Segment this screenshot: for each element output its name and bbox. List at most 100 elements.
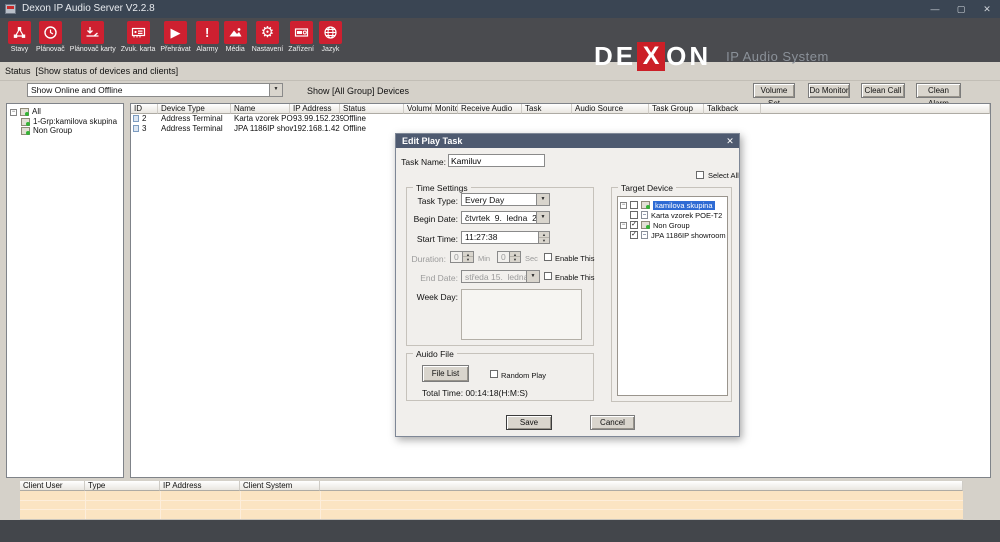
duration-sec-value: 0 [501, 252, 509, 263]
file-list-button[interactable]: File List [422, 365, 469, 382]
spin-down-icon[interactable]: ▼ [510, 256, 520, 262]
terminal-icon [133, 125, 139, 132]
checked-checkbox[interactable]: ✓ [630, 231, 638, 239]
tree-expander-icon[interactable]: − [620, 222, 627, 229]
random-play-checkbox[interactable] [490, 370, 498, 378]
volume-set-button[interactable]: Volume Set [753, 83, 795, 98]
tree-item-label: All [32, 107, 41, 117]
begin-date-dropdown[interactable]: čtvrtek 9. ledna 20 ▼ [461, 211, 550, 224]
sidebar-tree-item[interactable]: − All [10, 107, 41, 117]
column-header[interactable]: Talkback [704, 104, 761, 114]
minimize-icon[interactable]: — [922, 0, 948, 18]
device-row[interactable]: 2Address TerminalKarta vzorek POE-T293.9… [131, 114, 990, 124]
start-time-spinner[interactable]: 11:27:38 ▲▼ [461, 231, 550, 244]
duration-min-unit: Min [478, 254, 490, 263]
column-header[interactable]: IP Address [290, 104, 340, 114]
chevron-down-icon[interactable]: ▼ [269, 84, 282, 96]
target-item-label: Karta vzorek POE-T2 [651, 211, 722, 220]
target-tree-item[interactable]: ✓JPA 1186IP showroom [630, 230, 726, 240]
end-date-dropdown[interactable]: středa 15. ledna 20 ▼ [461, 270, 540, 283]
column-header[interactable]: Status [340, 104, 404, 114]
show-filter-dropdown[interactable]: Show Online and Offline ▼ [27, 83, 283, 97]
column-header[interactable]: Task [522, 104, 572, 114]
tree-expander-icon[interactable]: − [10, 109, 17, 116]
column-header[interactable]: Name [231, 104, 290, 114]
column-header[interactable]: IP Address [160, 481, 240, 491]
device-cell: 93.99.152.239 [290, 114, 343, 124]
save-button[interactable]: Save [506, 415, 552, 430]
clean-call-button[interactable]: Clean Call [861, 83, 905, 98]
chevron-down-icon[interactable]: ▼ [536, 194, 549, 205]
select-all-checkbox[interactable] [696, 171, 704, 179]
chevron-down-icon[interactable]: ▼ [536, 212, 549, 223]
duration-sec-unit: Sec [525, 254, 538, 263]
toolbar-label: Nastavení [252, 46, 284, 53]
unchecked-checkbox[interactable] [630, 201, 638, 209]
time-settings-legend: Time Settings [413, 183, 471, 193]
sidebar-tree-item[interactable]: 1-Grp:kamilova skupina [21, 117, 117, 127]
client-table-header: Client UserTypeIP AddressClient System [20, 481, 963, 491]
column-header[interactable]: Client System [240, 481, 320, 491]
close-icon[interactable]: ✕ [974, 0, 1000, 18]
globe-icon [319, 21, 342, 44]
toolbar-button-alarmy[interactable]: ! Alarmy [196, 21, 219, 53]
column-header[interactable]: Device Type [158, 104, 231, 114]
device-row[interactable]: 3Address TerminalJPA 1186IP showroom192.… [131, 124, 990, 134]
toolbar-button-stavy[interactable]: Stavy [8, 21, 31, 53]
maximize-icon[interactable]: ▢ [948, 0, 974, 18]
week-day-listbox[interactable] [461, 289, 582, 340]
duration-sec-spinner[interactable]: 0 ▲▼ [497, 251, 521, 263]
do-monitor-button[interactable]: Do Monitor [808, 83, 850, 98]
spin-down-icon[interactable]: ▼ [463, 256, 473, 262]
column-header[interactable]: Type [85, 481, 160, 491]
schedule-arrow-icon [81, 21, 104, 44]
column-header[interactable]: Receive Audio [458, 104, 522, 114]
end-date-enable-label: Enable This [555, 273, 594, 282]
end-date-enable-checkbox[interactable] [544, 272, 552, 280]
column-header[interactable]: Client User [20, 481, 85, 491]
target-item-label: Non Group [653, 221, 690, 230]
audio-file-legend: Auido File [413, 349, 457, 359]
device-icon [641, 231, 648, 239]
toolbar-button-media[interactable]: Média [224, 21, 247, 53]
column-header[interactable]: Task Group [649, 104, 704, 114]
target-tree-item[interactable]: −✓ Non Group [620, 220, 690, 230]
close-icon[interactable]: ✕ [724, 135, 736, 147]
start-time-label: Start Time: [407, 234, 458, 244]
spin-down-icon[interactable]: ▼ [539, 237, 549, 244]
column-header[interactable]: Monitor [432, 104, 458, 114]
toolbar: Stavy Plánovač Plánovač karty Zvuk. kart… [0, 18, 1000, 62]
group-icon [21, 118, 30, 126]
toolbar-button-planovac[interactable]: Plánovač [36, 21, 65, 53]
toolbar-button-zarizeni[interactable]: Zařízení [288, 21, 314, 53]
toolbar-button-prehravat[interactable]: ▶ Přehrávat [160, 21, 190, 53]
toolbar-button-planovac-karty[interactable]: Plánovač karty [70, 21, 116, 53]
toolbar-button-jazyk[interactable]: Jazyk [319, 21, 342, 53]
clean-alarm-button[interactable]: Clean Alarm [916, 83, 961, 98]
duration-label: Duration: [407, 254, 446, 264]
column-header-filler [320, 481, 963, 491]
column-header[interactable]: Audio Source [572, 104, 649, 114]
cancel-button[interactable]: Cancel [590, 415, 635, 430]
duration-enable-checkbox[interactable] [544, 253, 552, 261]
unchecked-checkbox[interactable] [630, 211, 638, 219]
toolbar-button-zvuk-karta[interactable]: Zvuk. karta [121, 21, 156, 53]
duration-min-spinner[interactable]: 0 ▲▼ [450, 251, 474, 263]
audio-file-group: Auido File File List Random Play Total T… [406, 353, 594, 401]
sidebar-tree-item[interactable]: Non Group [21, 126, 72, 136]
checked-checkbox[interactable]: ✓ [630, 221, 638, 229]
target-tree-item[interactable]: Karta vzorek POE-T2 [630, 210, 722, 220]
chevron-down-icon[interactable]: ▼ [526, 271, 539, 282]
device-card-icon [290, 21, 313, 44]
network-icon [8, 21, 31, 44]
task-type-dropdown[interactable]: Every Day ▼ [461, 193, 550, 206]
column-header[interactable]: ID [131, 104, 158, 114]
toolbar-button-nastaveni[interactable]: ⚙ Nastavení [252, 21, 284, 53]
device-cell: Karta vzorek POE-T2 [231, 114, 293, 124]
target-tree-item[interactable]: −kamilova skupina [620, 200, 715, 210]
target-device-legend: Target Device [618, 183, 676, 193]
tree-expander-icon[interactable]: − [620, 202, 627, 209]
task-name-input[interactable] [448, 154, 545, 167]
play-icon: ▶ [164, 21, 187, 44]
column-header[interactable]: Volume [404, 104, 432, 114]
